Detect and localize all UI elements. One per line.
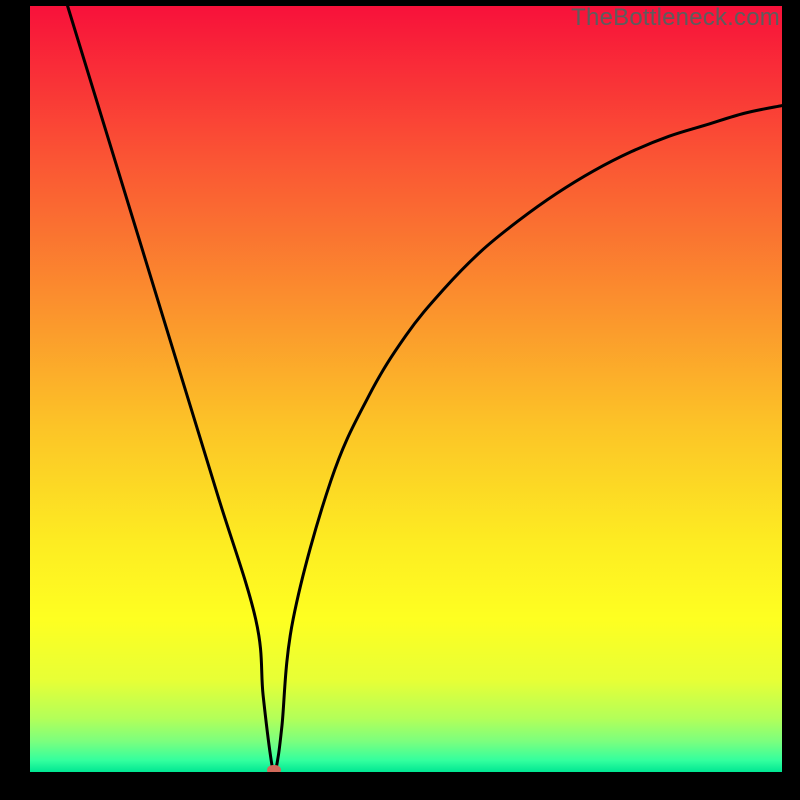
plot-area: [30, 6, 782, 772]
minimum-marker: [267, 765, 281, 772]
bottleneck-curve: [30, 6, 782, 772]
watermark-text: TheBottleneck.com: [571, 4, 780, 32]
figure-frame: TheBottleneck.com: [0, 0, 800, 800]
